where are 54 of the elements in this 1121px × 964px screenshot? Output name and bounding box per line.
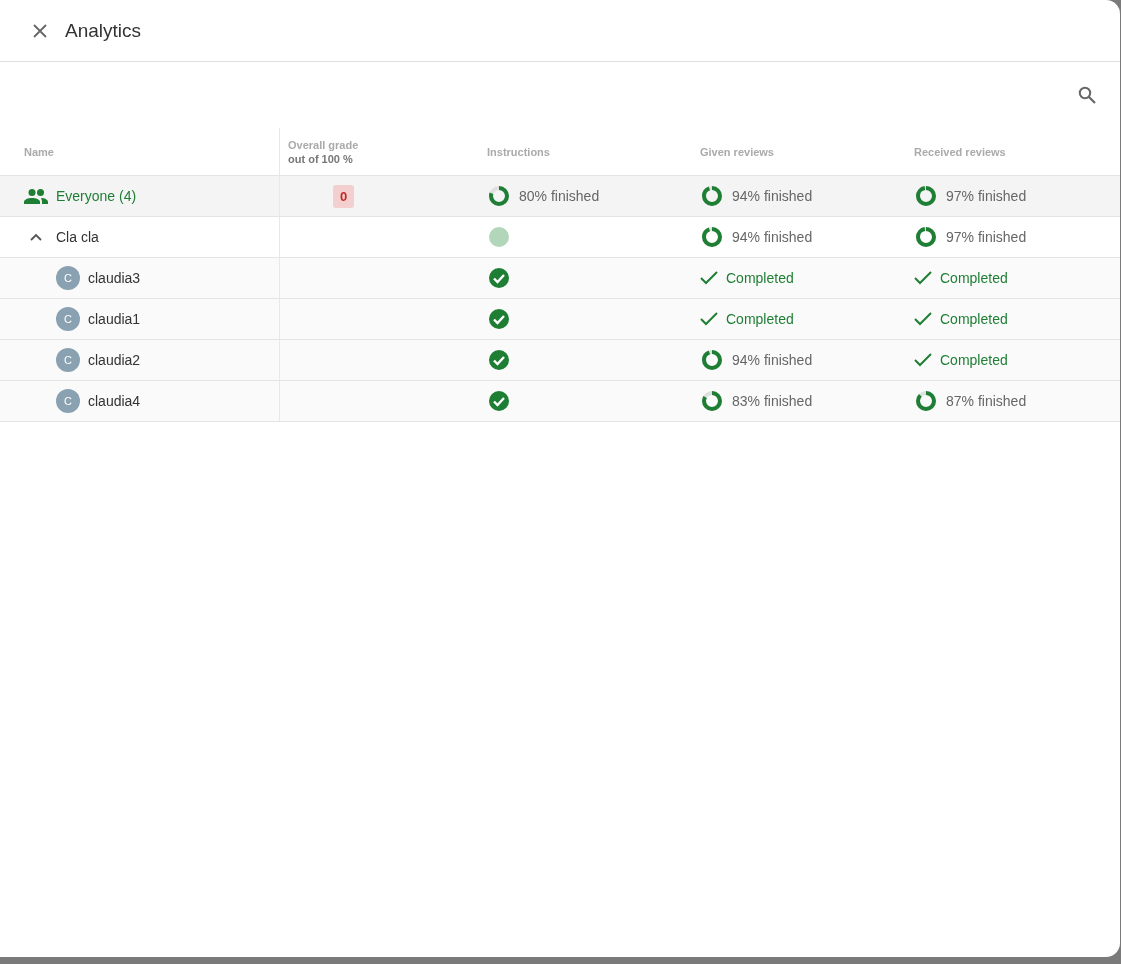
progress-ring (914, 389, 938, 413)
column-header: Instructions (487, 145, 551, 158)
checkmark-icon (914, 271, 932, 285)
chevron-icon[interactable] (30, 233, 42, 241)
check-circle-icon (487, 348, 511, 372)
avatar-circle: C (56, 348, 80, 372)
check-circle-icon (487, 307, 511, 331)
group-name: Cla cla (56, 229, 99, 245)
progress-ring (700, 348, 724, 372)
dialog-title: Analytics (65, 19, 142, 42)
group-name: Everyone (4) (56, 188, 137, 204)
search-icon[interactable] (1078, 86, 1096, 104)
completed-label: Completed (940, 311, 1008, 327)
progress-ring (914, 225, 938, 249)
progress-text: 94% finished (732, 352, 813, 368)
column-header: Overall grade (288, 138, 360, 151)
status-dot (487, 225, 511, 249)
progress-text: 97% finished (946, 229, 1027, 245)
close-icon[interactable] (33, 23, 47, 38)
progress-text: 94% finished (732, 188, 813, 204)
progress-ring (700, 184, 724, 208)
checkmark-icon (700, 271, 718, 285)
avatar-circle: C (56, 266, 80, 290)
avatar-circle: C (56, 389, 80, 413)
member-name: claudia3 (88, 270, 141, 286)
grade-badge: 0 (332, 184, 355, 208)
summary-row[interactable]: Everyone (4) 0 80% finished 94% finished 97% finished (0, 176, 1120, 217)
column-header: Received reviews (914, 145, 1007, 158)
progress-text: 87% finished (946, 393, 1027, 409)
check-circle-icon (487, 266, 511, 290)
member-name: claudia4 (88, 393, 141, 409)
checkmark-icon (700, 312, 718, 326)
progress-ring (487, 184, 511, 208)
checkmark-icon (914, 353, 932, 367)
column-subheader: out of 100 % (288, 152, 354, 165)
progress-text: 94% finished (732, 229, 813, 245)
avatar-circle: C (56, 307, 80, 331)
progress-text: 97% finished (946, 188, 1027, 204)
completed-label: Completed (726, 311, 794, 327)
progress-ring (700, 225, 724, 249)
checkmark-icon (914, 312, 932, 326)
progress-text: 80% finished (519, 188, 600, 204)
completed-label: Completed (940, 270, 1008, 286)
column-header: Given reviews (700, 145, 775, 158)
member-name: claudia2 (88, 352, 141, 368)
progress-ring (914, 184, 938, 208)
progress-text: 83% finished (732, 393, 813, 409)
check-circle-icon (487, 389, 511, 413)
member-name: claudia1 (88, 311, 141, 327)
completed-label: Completed (726, 270, 794, 286)
progress-ring (700, 389, 724, 413)
column-header: Name (24, 145, 55, 158)
completed-label: Completed (940, 352, 1008, 368)
people-icon (24, 188, 48, 204)
